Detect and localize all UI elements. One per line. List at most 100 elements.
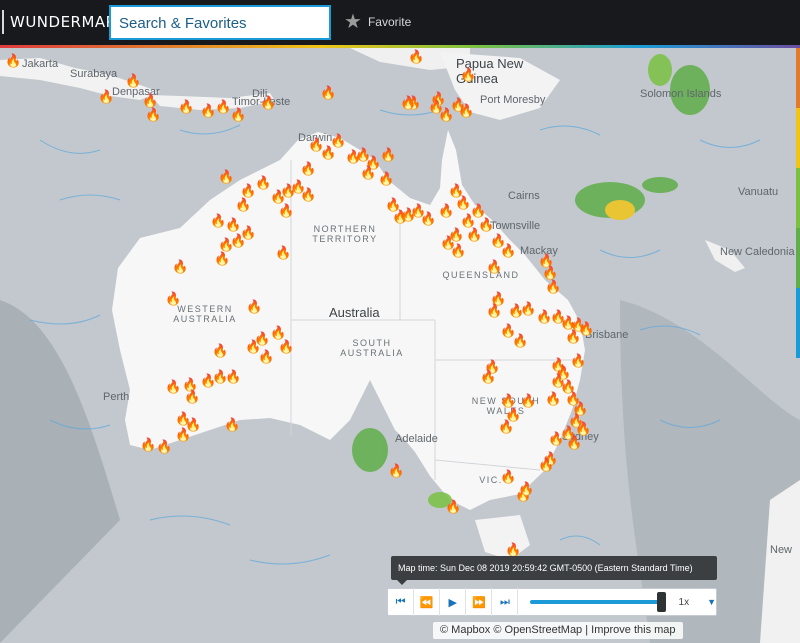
play-button[interactable]: ▶ (440, 588, 467, 616)
wildfire-icon[interactable]: 🔥 (545, 392, 561, 405)
wildfire-icon[interactable]: 🔥 (388, 464, 404, 477)
wildfire-icon[interactable]: 🔥 (400, 96, 416, 109)
wildfire-icon[interactable]: 🔥 (455, 196, 471, 209)
wildfire-icon[interactable]: 🔥 (505, 543, 521, 556)
wildfire-icon[interactable]: 🔥 (512, 334, 528, 347)
wildfire-icon[interactable]: 🔥 (550, 374, 566, 387)
wildfire-icon[interactable]: 🔥 (542, 266, 558, 279)
wildfire-icon[interactable]: 🔥 (545, 280, 561, 293)
wildfire-icon[interactable]: 🔥 (486, 260, 502, 273)
wildfire-icon[interactable]: 🔥 (270, 326, 286, 339)
app-logo[interactable]: WUNDERMAP (10, 13, 115, 31)
wildfire-icon[interactable]: 🔥 (278, 340, 294, 353)
wildfire-icon[interactable]: 🔥 (480, 370, 496, 383)
chevron-down-icon[interactable]: ▼ (707, 597, 716, 607)
step-back-button[interactable]: ⏪ (414, 588, 441, 616)
wildfire-icon[interactable]: 🔥 (275, 246, 291, 259)
osm-link[interactable]: © OpenStreetMap (493, 624, 582, 636)
improve-map-link[interactable]: Improve this map (591, 624, 675, 636)
wildfire-icon[interactable]: 🔥 (575, 422, 591, 435)
wildfire-icon[interactable]: 🔥 (458, 104, 474, 117)
wildfire-icon[interactable]: 🔥 (184, 390, 200, 403)
wildfire-icon[interactable]: 🔥 (178, 100, 194, 113)
wildfire-icon[interactable]: 🔥 (466, 228, 482, 241)
wildfire-icon[interactable]: 🔥 (145, 108, 161, 121)
wildfire-icon[interactable]: 🔥 (270, 190, 286, 203)
wildfire-icon[interactable]: 🔥 (420, 212, 436, 225)
wildfire-icon[interactable]: 🔥 (360, 166, 376, 179)
timeline-slider[interactable] (530, 592, 667, 612)
wildfire-icon[interactable]: 🔥 (548, 432, 564, 445)
wildfire-icon[interactable]: 🔥 (230, 234, 246, 247)
wildfire-icon[interactable]: 🔥 (246, 300, 262, 313)
wildfire-icon[interactable]: 🔥 (215, 100, 231, 113)
wildfire-icon[interactable]: 🔥 (214, 252, 230, 265)
wildfire-icon[interactable]: 🔥 (212, 344, 228, 357)
map-canvas[interactable]: Jakarta Surabaya Denpasar Dili Timor-Les… (0, 48, 800, 643)
wildfire-icon[interactable]: 🔥 (140, 438, 156, 451)
attribution-separator: | (585, 624, 589, 636)
step-forward-button[interactable]: ⏩ (466, 588, 493, 616)
wildfire-icon[interactable]: 🔥 (500, 394, 516, 407)
wildfire-icon[interactable]: 🔥 (460, 68, 476, 81)
wildfire-icon[interactable]: 🔥 (300, 188, 316, 201)
wildfire-icon[interactable]: 🔥 (408, 50, 424, 63)
wildfire-icon[interactable]: 🔥 (500, 470, 516, 483)
wildfire-icon[interactable]: 🔥 (258, 350, 274, 363)
wildfire-icon[interactable]: 🔥 (450, 244, 466, 257)
wildfire-icon[interactable]: 🔥 (518, 482, 534, 495)
mapbox-link[interactable]: © Mapbox (440, 624, 490, 636)
wildfire-icon[interactable]: 🔥 (438, 204, 454, 217)
wildfire-icon[interactable]: 🔥 (380, 148, 396, 161)
wildfire-icon[interactable]: 🔥 (255, 176, 271, 189)
wildfire-icon[interactable]: 🔥 (5, 54, 21, 67)
logo-divider (2, 10, 4, 34)
wildfire-icon[interactable]: 🔥 (165, 292, 181, 305)
wildfire-icon[interactable]: 🔥 (566, 436, 582, 449)
wildfire-icon[interactable]: 🔥 (225, 370, 241, 383)
map-time-tooltip: Map time: Sun Dec 08 2019 20:59:42 GMT-0… (391, 556, 717, 585)
wildfire-icon[interactable]: 🔥 (230, 108, 246, 121)
wildfire-icon[interactable]: 🔥 (165, 380, 181, 393)
wildfire-icon[interactable]: 🔥 (470, 204, 486, 217)
wildfire-icon[interactable]: 🔥 (500, 244, 516, 257)
wildfire-icon[interactable]: 🔥 (278, 204, 294, 217)
wildfire-icon[interactable]: 🔥 (218, 170, 234, 183)
speed-select[interactable]: 1x (679, 597, 690, 608)
wildfire-icon[interactable]: 🔥 (125, 74, 141, 87)
skip-to-start-button[interactable]: ⏮ (388, 588, 415, 616)
wildfire-icon[interactable]: 🔥 (445, 500, 461, 513)
wildfire-icon[interactable]: 🔥 (254, 332, 270, 345)
timeline-thumb[interactable] (657, 592, 667, 612)
search-input[interactable]: Search & Favorites (109, 5, 331, 40)
wildfire-icon[interactable]: 🔥 (320, 146, 336, 159)
wildfire-icon[interactable]: 🔥 (520, 302, 536, 315)
wildfire-icon[interactable]: 🔥 (520, 394, 536, 407)
wildfire-icon[interactable]: 🔥 (200, 104, 216, 117)
wildfire-icon[interactable]: 🔥 (498, 420, 514, 433)
wildfire-icon[interactable]: 🔥 (578, 322, 594, 335)
skip-to-end-button[interactable]: ⏭ (492, 588, 519, 616)
wildfire-icon[interactable]: 🔥 (378, 172, 394, 185)
wildfire-icon[interactable]: 🔥 (486, 304, 502, 317)
wildfire-icon[interactable]: 🔥 (570, 354, 586, 367)
wildfire-icon[interactable]: 🔥 (175, 428, 191, 441)
wildfire-icon[interactable]: 🔥 (240, 184, 256, 197)
wildfire-icon[interactable]: 🔥 (156, 440, 172, 453)
wildfire-icon[interactable]: 🔥 (172, 260, 188, 273)
wildfire-icon[interactable]: 🔥 (235, 198, 251, 211)
wildfire-icon[interactable]: 🔥 (300, 162, 316, 175)
place-label: Adelaide (395, 433, 438, 445)
place-label: Townsville (490, 220, 541, 232)
wildfire-icon[interactable]: 🔥 (225, 218, 241, 231)
favorite-button[interactable]: ★ Favorite (344, 12, 411, 32)
fast-forward-icon: ⏩ (471, 596, 486, 609)
wildfire-icon[interactable]: 🔥 (142, 94, 158, 107)
wildfire-icon[interactable]: 🔥 (320, 86, 336, 99)
region-label: NORTHERN TERRITORY (312, 224, 378, 244)
wildfire-icon[interactable]: 🔥 (210, 214, 226, 227)
wildfire-icon[interactable]: 🔥 (538, 458, 554, 471)
wildfire-icon[interactable]: 🔥 (98, 90, 114, 103)
wildfire-icon[interactable]: 🔥 (260, 96, 276, 109)
wildfire-icon[interactable]: 🔥 (224, 418, 240, 431)
